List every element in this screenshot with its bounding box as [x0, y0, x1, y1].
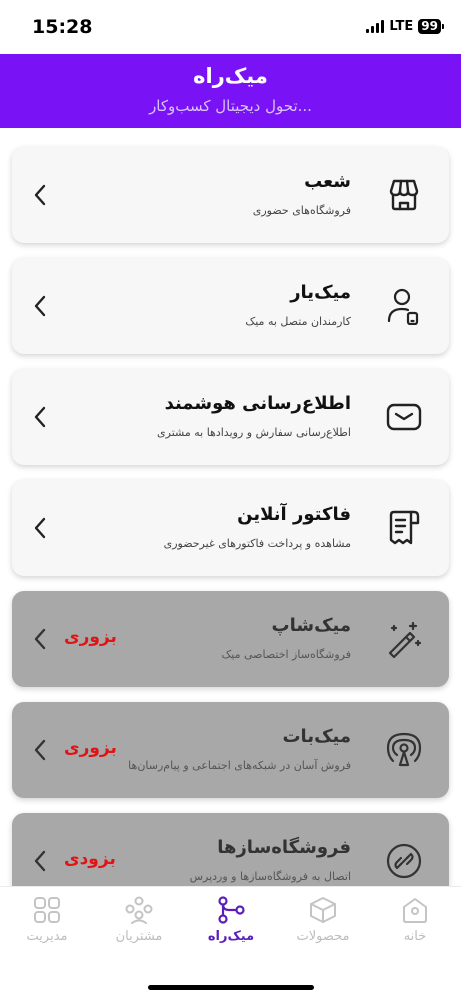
chevron-left-icon: [34, 628, 46, 650]
coming-soon-badge: بزوری: [64, 738, 117, 758]
bottom-nav: خانه محصولات میک‌راه مشتریان: [0, 886, 461, 1000]
card-title: میک‌یار: [290, 282, 351, 303]
card-branches[interactable]: شعب فروشگاه‌های حضوری: [12, 147, 449, 243]
card-mikshop: میک‌شاپ فروشگاه‌ساز اختصاصی میک بزوری: [12, 591, 449, 687]
chevron-left-icon: [34, 739, 46, 761]
nav-label: مشتریان: [115, 929, 163, 944]
feature-list: شعب فروشگاه‌های حضوری میک‌یار کارمندان م…: [0, 128, 461, 886]
coming-soon-badge: بزودی: [64, 849, 116, 869]
nav-mikrah[interactable]: میک‌راه: [185, 895, 277, 955]
nav-home[interactable]: خانه: [369, 895, 461, 955]
card-store-builders: فروشگاه‌سازها اتصال به فروشگاه‌سازها و و…: [12, 813, 449, 886]
home-indicator[interactable]: [148, 985, 314, 990]
nav-products[interactable]: محصولات: [277, 895, 369, 955]
nav-management[interactable]: مدیریت: [1, 895, 93, 955]
card-title: شعب: [304, 171, 351, 192]
box-icon: [310, 897, 336, 923]
card-description: اطلاع‌رسانی سفارش و رویدادها به مشتری: [157, 426, 351, 439]
card-title: اطلاع‌رسانی هوشمند: [164, 393, 351, 414]
app-header: میک‌راه تحول دیجیتال کسب‌وکار...: [0, 54, 461, 128]
customers-icon: [125, 896, 153, 924]
chevron-left-icon: [34, 850, 46, 872]
chevron-left-icon: [34, 406, 46, 428]
magic-wand-icon: [388, 621, 422, 658]
card-smart-notification[interactable]: اطلاع‌رسانی هوشمند اطلاع‌رسانی سفارش و ر…: [12, 369, 449, 465]
nav-label: مدیریت: [26, 929, 68, 944]
nav-label: میک‌راه: [207, 929, 255, 944]
card-description: اتصال به فروشگاه‌سازها و وردپرس: [189, 870, 351, 883]
status-time: 15:28: [32, 16, 93, 38]
status-indicators: LTE 99: [366, 19, 444, 34]
nav-label: خانه: [403, 929, 427, 944]
card-mikyar[interactable]: میک‌یار کارمندان متصل به میک: [12, 258, 449, 354]
card-description: فروش آسان در شبکه‌های اجتماعی و پیام‌رسا…: [128, 759, 351, 772]
card-title: فروشگاه‌سازها: [217, 837, 351, 858]
card-title: فاکتور آنلاین: [237, 504, 351, 525]
card-title: میک‌بات: [282, 726, 351, 747]
battery-icon: 99: [418, 19, 444, 34]
user-phone-icon: [387, 288, 419, 325]
card-online-invoice[interactable]: فاکتور آنلاین مشاهده و پرداخت فاکتورهای …: [12, 480, 449, 576]
card-title: میک‌شاپ: [271, 615, 351, 636]
home-icon: [403, 898, 427, 923]
status-bar: 15:28 LTE 99: [0, 0, 461, 54]
network-label: LTE: [389, 19, 414, 34]
card-mikbot: میک‌بات فروش آسان در شبکه‌های اجتماعی و …: [12, 702, 449, 798]
card-description: مشاهده و پرداخت فاکتورهای غیرحضوری: [163, 537, 351, 550]
link-icon: [386, 843, 422, 879]
route-icon: [218, 896, 245, 924]
grid-icon: [34, 897, 60, 923]
chevron-left-icon: [34, 295, 46, 317]
coming-soon-badge: بزوری: [64, 627, 117, 647]
page-title: میک‌راه: [193, 64, 268, 88]
card-description: کارمندان متصل به میک: [245, 315, 351, 328]
broadcast-icon: [386, 732, 422, 767]
nav-label: محصولات: [296, 929, 350, 944]
store-icon: [389, 179, 419, 211]
receipt-icon: [389, 510, 420, 545]
page-subtitle: تحول دیجیتال کسب‌وکار...: [149, 97, 312, 115]
signal-icon: [366, 20, 385, 33]
card-description: فروشگاه‌ساز اختصاصی میک: [221, 648, 351, 661]
nav-customers[interactable]: مشتریان: [93, 895, 185, 955]
chevron-left-icon: [34, 517, 46, 539]
envelope-icon: [386, 403, 422, 431]
chevron-left-icon: [34, 184, 46, 206]
card-description: فروشگاه‌های حضوری: [252, 204, 351, 217]
